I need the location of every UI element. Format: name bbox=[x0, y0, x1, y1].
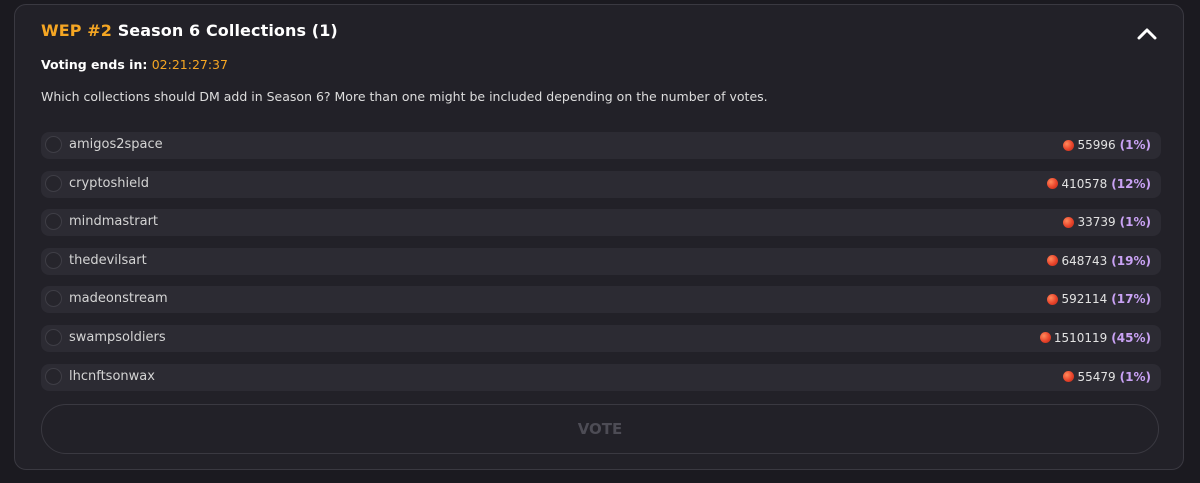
token-coin-icon bbox=[1063, 371, 1075, 383]
option-label: madeonstream bbox=[69, 291, 168, 307]
vote-percent: (12%) bbox=[1111, 176, 1151, 191]
options-list: amigos2space 55996 (1%) cryptoshield 410… bbox=[41, 132, 1161, 402]
option-row[interactable]: madeonstream 592114 (17%) bbox=[41, 286, 1161, 314]
option-row[interactable]: thedevilsart 648743 (19%) bbox=[41, 247, 1161, 275]
radio-unchecked-icon[interactable] bbox=[45, 328, 62, 346]
radio-unchecked-icon[interactable] bbox=[45, 290, 62, 308]
token-coin-icon bbox=[1047, 255, 1059, 267]
option-label: cryptoshield bbox=[69, 175, 149, 191]
vote-count: 1510119 bbox=[1053, 330, 1108, 345]
token-coin-icon bbox=[1063, 139, 1075, 151]
option-label: amigos2space bbox=[69, 137, 163, 152]
option-row[interactable]: mindmastrart 33739 (1%) bbox=[41, 209, 1161, 237]
token-coin-icon bbox=[1047, 293, 1059, 305]
poll-question: Which collections should DM add in Seaso… bbox=[41, 89, 768, 104]
option-votes: 55479 (1%) bbox=[1063, 370, 1151, 384]
vote-percent: (1%) bbox=[1119, 215, 1151, 230]
collapse-button[interactable] bbox=[1131, 19, 1163, 49]
vote-count: 55479 bbox=[1077, 369, 1116, 384]
vote-count: 410578 bbox=[1061, 176, 1108, 191]
radio-unchecked-icon[interactable] bbox=[45, 367, 62, 385]
option-label: thedevilsart bbox=[69, 252, 147, 268]
option-label: mindmastrart bbox=[69, 214, 159, 230]
voting-deadline: Voting ends in: 02:21:27:37 bbox=[41, 57, 228, 72]
poll-code: WEP #2 bbox=[41, 21, 113, 40]
poll-title-text: Season 6 Collections (1) bbox=[117, 21, 338, 40]
chevron-up-icon bbox=[1137, 28, 1157, 40]
vote-percent: (17%) bbox=[1111, 292, 1151, 307]
vote-count: 592114 bbox=[1061, 292, 1108, 307]
radio-unchecked-icon[interactable] bbox=[45, 251, 62, 269]
option-row[interactable]: swampsoldiers 1510119 (45%) bbox=[41, 324, 1161, 352]
vote-percent: (45%) bbox=[1111, 330, 1151, 345]
radio-unchecked-icon[interactable] bbox=[45, 136, 62, 153]
option-votes: 410578 (12%) bbox=[1047, 177, 1151, 191]
voting-countdown: 02:21:27:37 bbox=[151, 57, 228, 72]
voting-label: Voting ends in: bbox=[41, 57, 148, 72]
option-label: lhcnftsonwax bbox=[69, 368, 155, 384]
option-row[interactable]: lhcnftsonwax 55479 (1%) bbox=[41, 363, 1161, 391]
token-coin-icon bbox=[1063, 216, 1075, 228]
option-votes: 33739 (1%) bbox=[1063, 215, 1151, 229]
vote-percent: (19%) bbox=[1111, 253, 1151, 268]
option-votes: 648743 (19%) bbox=[1047, 254, 1151, 268]
option-votes: 592114 (17%) bbox=[1047, 292, 1151, 306]
vote-button[interactable]: VOTE bbox=[41, 404, 1159, 454]
poll-panel: WEP #2 Season 6 Collections (1) Voting e… bbox=[14, 4, 1184, 470]
radio-unchecked-icon[interactable] bbox=[45, 174, 62, 192]
vote-count: 648743 bbox=[1061, 253, 1108, 268]
option-votes: 55996 (1%) bbox=[1063, 138, 1151, 152]
option-row[interactable]: amigos2space 55996 (1%) bbox=[41, 132, 1161, 159]
vote-percent: (1%) bbox=[1119, 138, 1151, 152]
poll-title: WEP #2 Season 6 Collections (1) bbox=[41, 21, 338, 40]
option-votes: 1510119 (45%) bbox=[1039, 330, 1151, 345]
option-label: swampsoldiers bbox=[69, 329, 166, 345]
radio-unchecked-icon[interactable] bbox=[45, 213, 62, 231]
token-coin-icon bbox=[1039, 332, 1051, 344]
option-row[interactable]: cryptoshield 410578 (12%) bbox=[41, 170, 1161, 198]
vote-count: 33739 bbox=[1077, 215, 1116, 230]
token-coin-icon bbox=[1047, 178, 1059, 190]
vote-percent: (1%) bbox=[1119, 369, 1151, 384]
vote-count: 55996 bbox=[1077, 138, 1116, 152]
